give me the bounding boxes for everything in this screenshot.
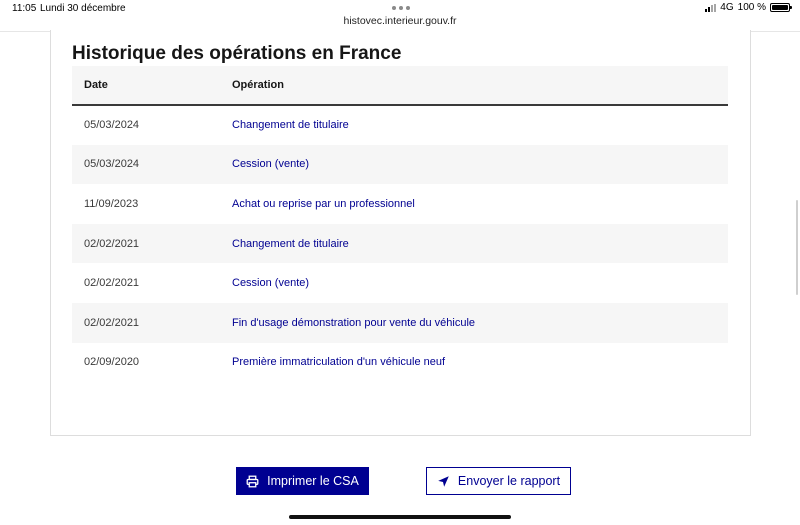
table-row: 11/09/2023 Achat ou reprise par un profe… (72, 184, 728, 224)
row-operation: Première immatriculation d'un véhicule n… (232, 356, 446, 369)
battery-percent: 100 % (737, 2, 766, 13)
row-date: 02/02/2021 (84, 277, 140, 290)
table-row: 02/02/2021 Fin d'usage démonstration pou… (72, 302, 728, 343)
row-date: 05/03/2024 (84, 119, 140, 132)
history-table: Date Opération 05/03/2024 Changement de … (72, 66, 728, 383)
row-date: 02/02/2021 (84, 237, 140, 250)
row-operation: Cession (vente) (232, 158, 310, 171)
address-bar-url[interactable]: histovec.interieur.gouv.fr (0, 15, 800, 27)
home-indicator[interactable] (289, 515, 511, 519)
header-operation: Opération (232, 79, 284, 91)
status-right: 4G 100 % (705, 2, 792, 13)
print-csa-label: Imprimer le CSA (267, 474, 359, 488)
header-date: Date (84, 79, 108, 91)
row-date: 02/02/2021 (84, 316, 140, 329)
send-icon (437, 475, 450, 488)
row-date: 02/09/2020 (84, 356, 140, 369)
send-report-label: Envoyer le rapport (457, 474, 561, 488)
row-operation: Changement de titulaire (232, 237, 349, 250)
print-csa-button[interactable]: Imprimer le CSA (236, 467, 369, 495)
row-operation: Cession (vente) (232, 277, 310, 290)
printer-icon (246, 475, 259, 488)
scrollbar[interactable] (796, 200, 798, 295)
signal-icon (705, 3, 717, 12)
table-row: 02/02/2021 Cession (vente) (72, 263, 728, 303)
row-operation: Changement de titulaire (232, 119, 349, 132)
table-row: 05/03/2024 Changement de titulaire (72, 105, 728, 145)
status-time: 11:05 (12, 3, 37, 14)
row-operation: Fin d'usage démonstration pour vente du … (232, 316, 476, 329)
section-title: Historique des opérations en France (72, 43, 402, 64)
status-bar: 11:05 Lundi 30 décembre histovec.interie… (0, 0, 800, 32)
table-header-row: Date Opération (72, 66, 728, 105)
row-date: 05/03/2024 (84, 158, 140, 171)
network-type: 4G (720, 2, 734, 13)
send-report-button[interactable]: Envoyer le rapport (426, 467, 571, 495)
table-row: 02/09/2020 Première immatriculation d'un… (72, 342, 728, 383)
table-row: 05/03/2024 Cession (vente) (72, 144, 728, 185)
row-date: 11/09/2023 (84, 197, 139, 210)
status-date: Lundi 30 décembre (40, 3, 126, 14)
battery-icon (770, 3, 792, 12)
tab-overview-dots-icon[interactable] (392, 6, 410, 10)
table-row: 02/02/2021 Changement de titulaire (72, 223, 728, 264)
row-operation: Achat ou reprise par un professionnel (232, 197, 415, 210)
